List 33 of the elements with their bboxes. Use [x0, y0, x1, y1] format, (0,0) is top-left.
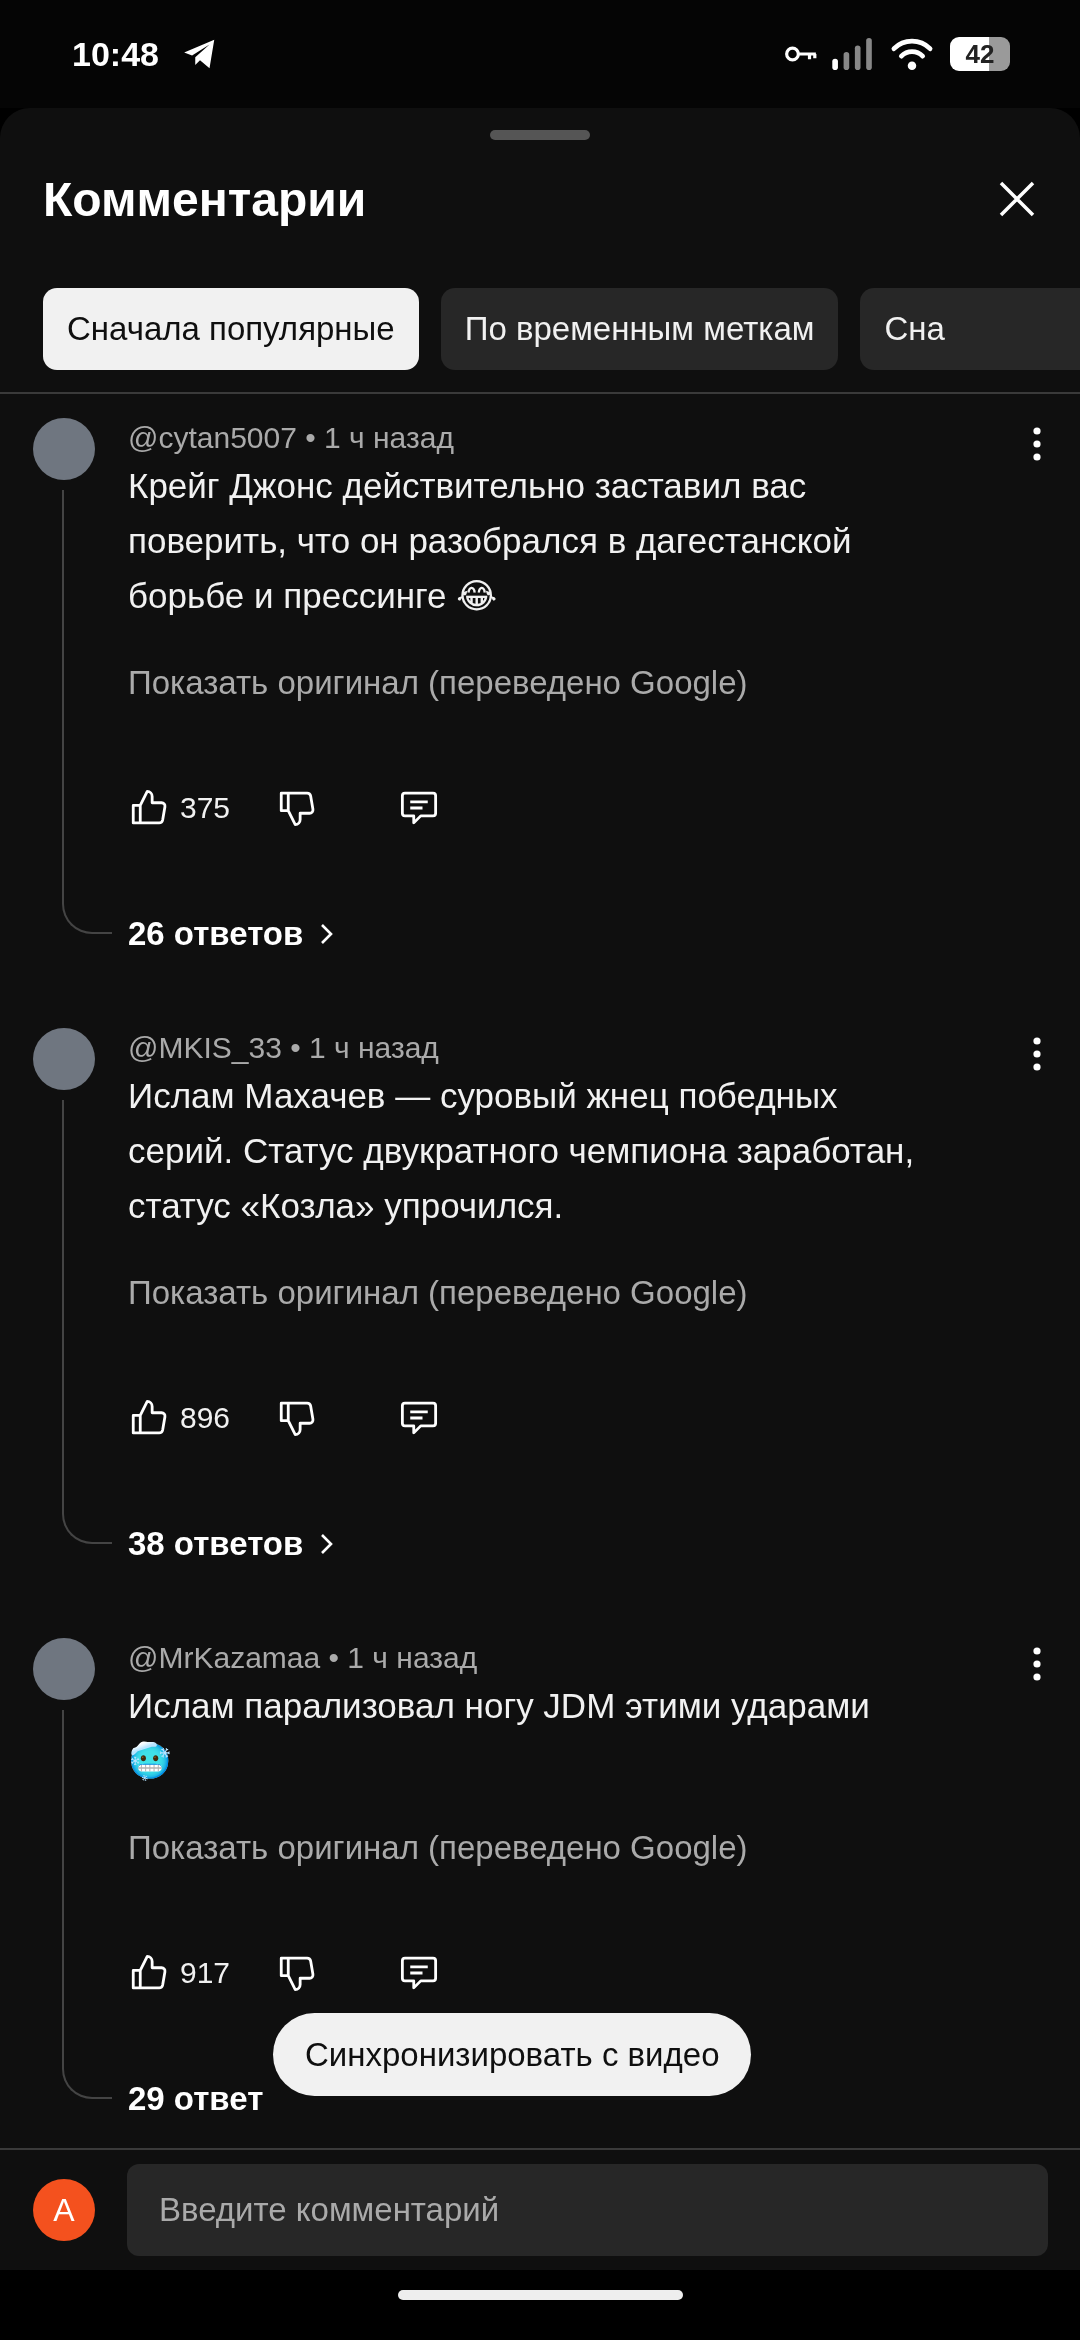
replies-link[interactable]: 29 ответ	[128, 2080, 264, 2118]
like-count: 375	[180, 791, 232, 825]
close-icon[interactable]	[997, 179, 1037, 219]
show-original-link[interactable]: Показать оригинал (переведено Google)	[128, 1266, 1042, 1320]
comment-author-time: @MKIS_33 • 1 ч назад	[128, 1031, 439, 1065]
replies-link[interactable]: 26 ответов	[128, 915, 304, 953]
chevron-right-icon[interactable]	[319, 922, 334, 946]
like-count: 917	[180, 1956, 232, 1990]
show-original-link[interactable]: Показать оригинал (переведено Google)	[128, 1821, 1042, 1875]
sort-chip[interactable]: По временным меткам	[440, 288, 839, 370]
show-original-link[interactable]: Показать оригинал (переведено Google)	[128, 656, 1042, 710]
more-options-icon[interactable]	[1032, 1036, 1042, 1072]
more-options-icon[interactable]	[1032, 1646, 1042, 1682]
sort-chip[interactable]: Сначала популярные	[43, 288, 419, 370]
comment-author-time: @cytan5007 • 1 ч назад	[128, 421, 454, 455]
wifi-icon	[890, 37, 934, 71]
key-icon	[784, 44, 818, 64]
sheet-title: Комментарии	[43, 171, 367, 227]
more-options-icon[interactable]	[1032, 426, 1042, 462]
sort-chip[interactable]: Сна	[860, 288, 1080, 370]
like-count: 896	[180, 1401, 232, 1435]
comment-text: Ислам парализовал ногу JDM этими ударами 🥶	[128, 1685, 871, 1783]
comment-author-time: @MrKazamaa • 1 ч назад	[128, 1641, 478, 1675]
replies-link[interactable]: 38 ответов	[128, 1525, 304, 1563]
comment-text: Ислам Махачев — суровый жнец победных серий. Статус двукратного чемпиона заработан, статус «Козла» упрочился.	[128, 1075, 916, 1227]
signal-icon	[832, 38, 874, 70]
clock-time: 10:48	[72, 34, 159, 74]
sync-with-video-toast[interactable]: Синхронизировать с видео	[273, 2013, 752, 2096]
chevron-right-icon[interactable]	[319, 1532, 334, 1556]
battery-level-text: 42	[965, 38, 995, 70]
comment-text: Крейг Джонс действительно заставил вас поверить, что он разобрался в дагестанской борьбе и прессинге 😂	[128, 465, 853, 617]
comment-input-field[interactable]: Введите комментарий	[127, 2164, 1048, 2256]
drag-handle[interactable]	[490, 130, 590, 140]
